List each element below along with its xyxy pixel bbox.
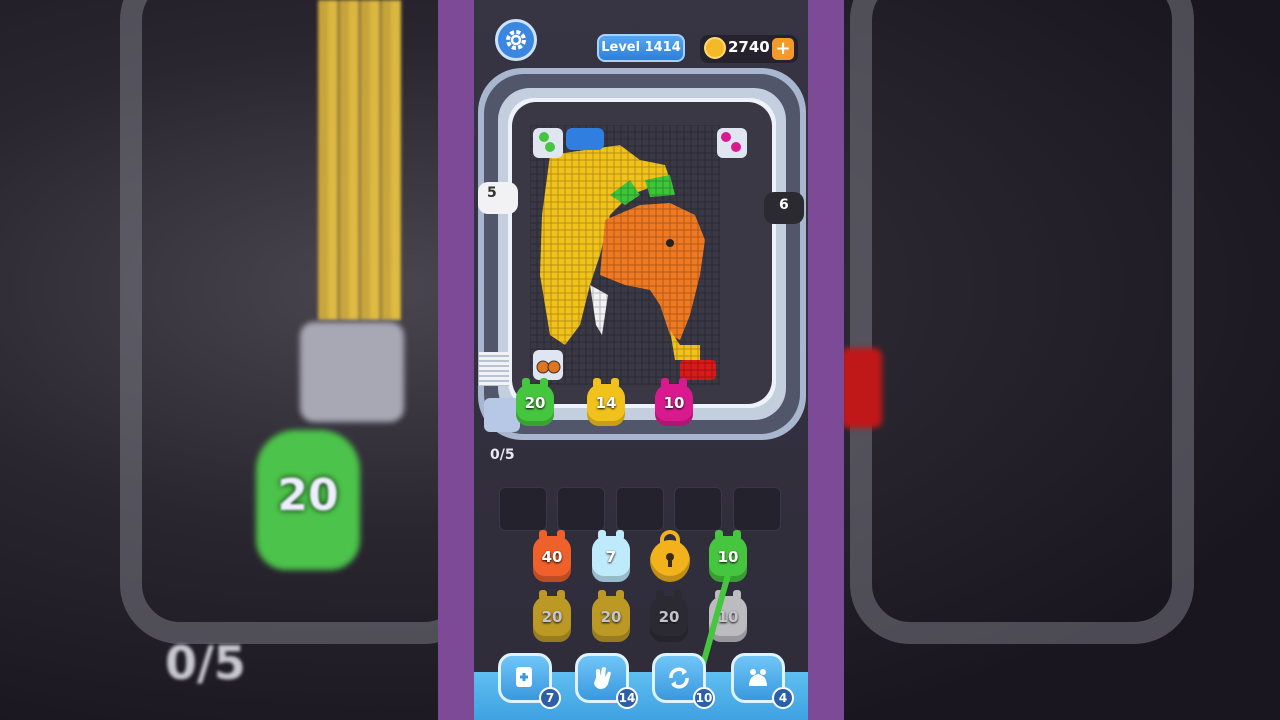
piece-value: 40 (541, 548, 563, 566)
left-gate-value: 5 (487, 185, 497, 201)
queue-piece-yellow[interactable]: 20 (533, 590, 571, 642)
empty-slot[interactable] (674, 487, 722, 531)
lock-icon (666, 553, 674, 567)
magic-icon (749, 669, 767, 686)
empty-slot[interactable] (616, 487, 664, 531)
slot-progress: 0/5 (490, 447, 515, 463)
piece-value: 20 (658, 608, 680, 626)
booster-count: 14 (616, 687, 638, 709)
left-gate (478, 182, 518, 214)
corner-box-top-right (717, 128, 747, 158)
booster-count: 4 (772, 687, 794, 709)
coin-icon (704, 37, 726, 59)
level-badge: Level 1414 (597, 34, 685, 62)
shuffle-icon (669, 667, 689, 689)
shooter-value: 14 (595, 394, 617, 412)
booster-count: 10 (693, 687, 715, 709)
blurred-track-right (850, 0, 1194, 644)
empty-slot[interactable] (557, 487, 605, 531)
queue-piece-ice[interactable]: 7 (592, 530, 630, 582)
gear-icon (506, 30, 526, 50)
corner-box-top-left (533, 128, 563, 158)
piece-value: 10 (717, 548, 739, 566)
shooter-value: 10 (663, 394, 685, 412)
empty-slot[interactable] (733, 487, 781, 531)
shooter-value: 20 (524, 394, 546, 412)
left-border (438, 0, 474, 720)
track-shooter-magenta[interactable]: 10 (655, 378, 693, 426)
blue-block (566, 128, 604, 150)
clock-icon (536, 360, 561, 374)
blurred-pixel-art (318, 0, 402, 320)
coin-amount: 2740 (728, 38, 770, 56)
settings-button[interactable] (495, 19, 537, 61)
track-shooter-green[interactable]: 20 (516, 378, 554, 426)
add-coins-button[interactable]: + (772, 38, 794, 60)
empty-slot[interactable] (499, 487, 547, 531)
piece-value: 20 (600, 608, 622, 626)
right-gate-value: 6 (779, 197, 789, 213)
hand-icon (594, 667, 611, 689)
queue-piece-yellow[interactable]: 20 (592, 590, 630, 642)
locked-piece (650, 530, 690, 582)
blurred-shooter-value: 20 (277, 470, 339, 521)
stacked-rows (479, 352, 509, 386)
queue-piece-black[interactable]: 20 (650, 590, 688, 642)
clock-box (533, 350, 563, 380)
piece-value: 20 (541, 608, 563, 626)
track-entry-block (484, 398, 520, 432)
blurred-clock-box (300, 322, 404, 422)
queue-piece-orange[interactable]: 40 (533, 530, 571, 582)
booster-count: 7 (539, 687, 561, 709)
right-border (808, 0, 844, 720)
piece-value: 7 (605, 548, 617, 566)
blurred-red-block (840, 348, 882, 428)
add-slot-icon (516, 667, 532, 687)
pixel-art-picture (530, 125, 720, 385)
blurred-progress: 0/5 (165, 636, 246, 690)
track-shooter-yellow[interactable]: 14 (587, 378, 625, 426)
